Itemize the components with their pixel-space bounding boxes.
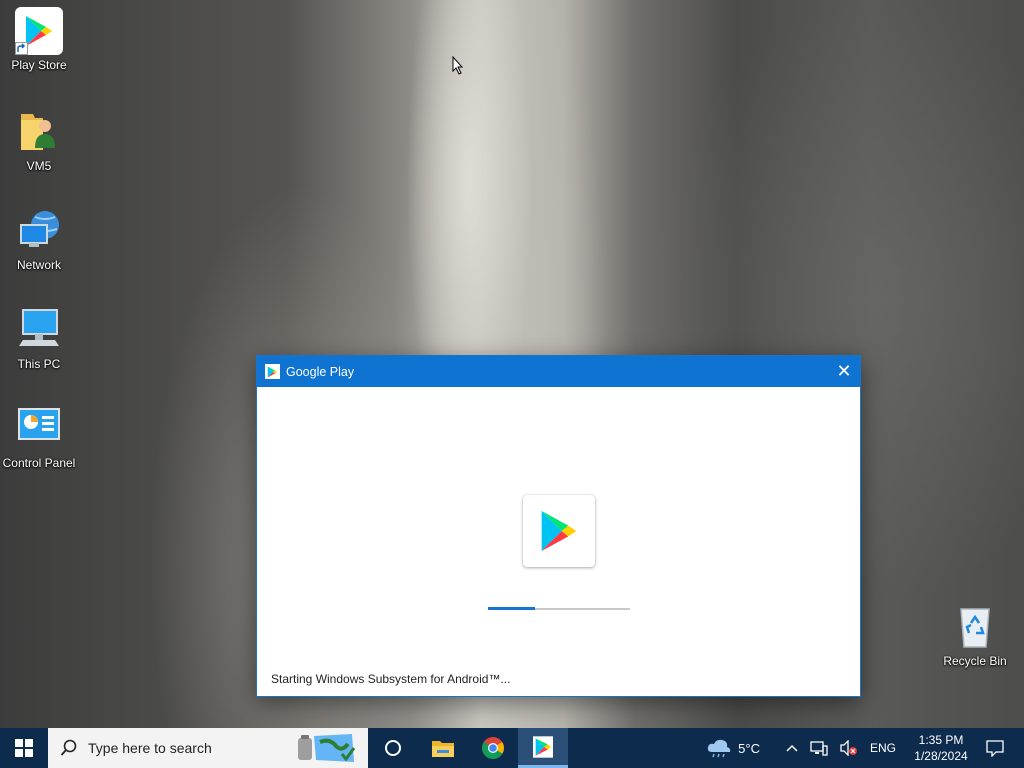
progress-fill: [488, 607, 535, 610]
weather-widget[interactable]: 5°C: [700, 728, 766, 768]
window-titlebar[interactable]: Google Play ✕: [257, 356, 860, 387]
desktop-icon-label: Control Panel: [2, 456, 76, 470]
clock[interactable]: 1:35 PM 1/28/2024: [902, 728, 980, 768]
search-highlight-icon: [298, 734, 356, 762]
taskbar: Type here to search 5°C ENG 1:35 PM 1/28…: [0, 728, 1024, 768]
desktop-icon-play-store[interactable]: Play Store: [0, 7, 78, 72]
desktop-icon-label: Recycle Bin: [943, 654, 1007, 668]
show-hidden-icons-button[interactable]: [780, 728, 804, 768]
cortana-icon: [385, 740, 401, 756]
desktop-icon-label: Network: [16, 258, 61, 272]
taskbar-google-play-button[interactable]: [518, 728, 568, 768]
notification-icon: [986, 740, 1004, 757]
google-play-icon: [265, 364, 280, 379]
chrome-icon: [482, 737, 504, 759]
recycle-bin-icon: [951, 603, 999, 651]
network-tray-icon: [810, 741, 828, 756]
windows-logo-icon: [15, 739, 33, 757]
volume-muted-icon: [840, 740, 857, 756]
search-placeholder: Type here to search: [88, 740, 212, 756]
action-center-button[interactable]: [980, 728, 1024, 768]
computer-icon: [15, 306, 63, 354]
system-tray: 5°C ENG 1:35 PM 1/28/2024: [700, 728, 1024, 768]
file-explorer-icon: [432, 741, 454, 757]
play-store-icon: [15, 7, 63, 55]
close-icon: ✕: [836, 361, 852, 381]
search-icon: [60, 739, 77, 756]
taskbar-file-explorer-button[interactable]: [418, 728, 468, 768]
control-panel-icon: [15, 405, 63, 453]
window-title: Google Play: [286, 364, 355, 379]
clock-time: 1:35 PM: [918, 733, 964, 747]
desktop-icon-network[interactable]: Network: [0, 207, 78, 272]
status-text: Starting Windows Subsystem for Android™.…: [271, 672, 511, 686]
language-indicator[interactable]: ENG: [864, 728, 902, 768]
google-play-window: Google Play ✕ Starting Windows Subsystem…: [256, 355, 861, 697]
desktop-icon-this-pc[interactable]: This PC: [0, 306, 78, 371]
desktop-icon-label: VM5: [26, 159, 52, 173]
google-play-icon: [533, 735, 553, 758]
volume-tray-button[interactable]: [834, 728, 864, 768]
desktop-icon-recycle-bin[interactable]: Recycle Bin: [936, 603, 1014, 668]
weather-cloud-icon: [707, 739, 731, 758]
taskbar-chrome-button[interactable]: [468, 728, 518, 768]
close-button[interactable]: ✕: [828, 356, 860, 387]
taskbar-cortana-button[interactable]: [368, 728, 418, 768]
desktop-icon-label: Play Store: [11, 58, 67, 72]
network-globe-icon: [15, 207, 63, 255]
google-play-logo: [523, 495, 595, 567]
loading-progress-bar: [488, 607, 630, 610]
mouse-cursor-icon: [452, 56, 464, 75]
user-folder-icon: [15, 108, 63, 156]
shortcut-arrow-icon: [15, 42, 28, 55]
chevron-up-icon: [786, 744, 798, 752]
clock-date: 1/28/2024: [914, 749, 968, 763]
network-tray-button[interactable]: [804, 728, 834, 768]
start-button[interactable]: [0, 728, 48, 768]
desktop-icon-control-panel[interactable]: Control Panel: [0, 405, 78, 470]
weather-temperature: 5°C: [738, 740, 760, 756]
desktop-icon-vm5[interactable]: VM5: [0, 108, 78, 173]
desktop-icon-label: This PC: [17, 357, 61, 371]
play-triangle-icon: [541, 511, 577, 551]
search-box[interactable]: Type here to search: [48, 728, 368, 768]
